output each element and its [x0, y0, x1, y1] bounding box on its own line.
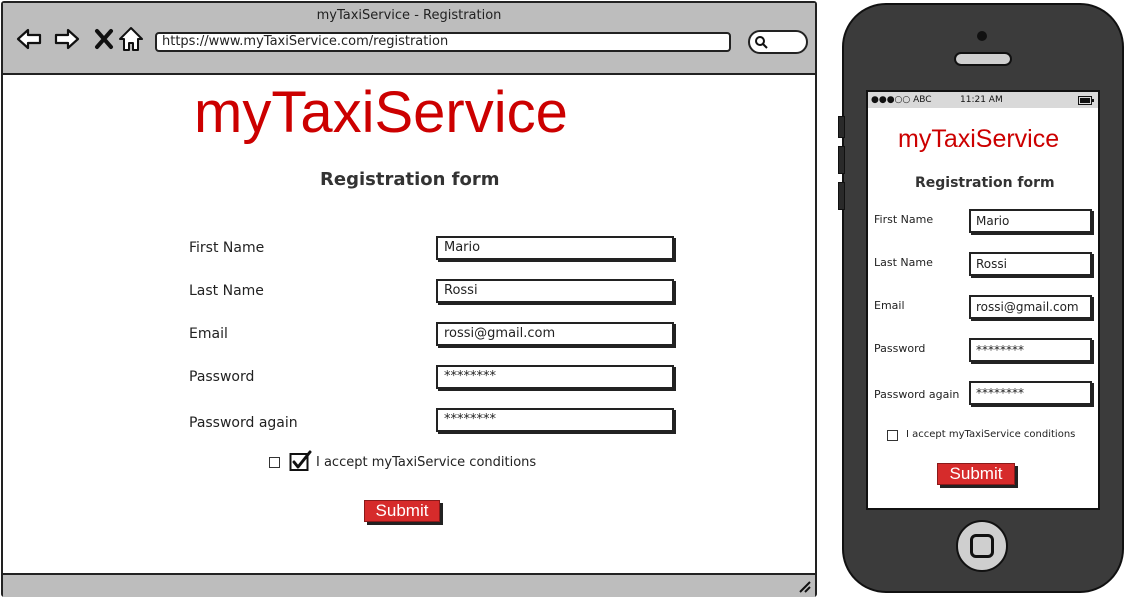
checkmark-icon[interactable]: [289, 450, 313, 472]
home-square-icon: [970, 534, 994, 558]
email-label: Email: [189, 326, 228, 342]
resize-grip-icon[interactable]: [797, 579, 811, 593]
status-time: 11:21 AM: [960, 95, 1003, 105]
address-bar[interactable]: https://www.myTaxiService.com/registrati…: [155, 32, 731, 52]
last-name-label: Last Name: [189, 283, 264, 299]
phone-email-label: Email: [874, 299, 905, 312]
accept-terms-label: I accept myTaxiService conditions: [316, 455, 537, 470]
volume-up-button[interactable]: [838, 146, 845, 174]
phone-accept-terms-checkbox[interactable]: [887, 430, 898, 441]
phone-first-name-label: First Name: [874, 213, 934, 226]
volume-down-button[interactable]: [838, 182, 845, 210]
search-field[interactable]: [748, 30, 808, 54]
first-name-input[interactable]: Mario: [436, 236, 674, 260]
status-bar-bottom: [3, 573, 815, 597]
brand-logo-text: myTaxiService: [194, 80, 568, 145]
phone-password-input[interactable]: ********: [969, 338, 1092, 362]
submit-button[interactable]: Submit: [364, 500, 440, 522]
password-input[interactable]: ********: [436, 365, 674, 389]
password-again-label: Password again: [189, 415, 298, 431]
home-icon[interactable]: [117, 25, 145, 53]
phone-status-bar: ●●●○○ ABC 11:21 AM: [868, 92, 1098, 108]
front-camera: [977, 31, 987, 41]
mute-switch: [838, 116, 845, 138]
last-name-input[interactable]: Rossi: [436, 279, 674, 303]
window-title: myTaxiService - Registration: [316, 8, 502, 23]
home-button[interactable]: [956, 520, 1008, 572]
earpiece-speaker: [954, 52, 1012, 66]
phone-accept-terms-label: I accept myTaxiService conditions: [906, 429, 1076, 440]
form-heading: Registration form: [320, 169, 500, 190]
first-name-label: First Name: [189, 240, 265, 256]
battery-icon: [1078, 96, 1094, 105]
carrier-signal: ●●●○○ ABC: [871, 95, 932, 105]
phone-password-again-input[interactable]: ********: [969, 381, 1092, 405]
phone-brand-logo-text: myTaxiService: [898, 125, 1060, 153]
accept-terms-checkbox[interactable]: [269, 457, 280, 468]
phone-last-name-input[interactable]: Rossi: [969, 252, 1092, 276]
phone-submit-button[interactable]: Submit: [937, 463, 1015, 485]
phone-last-name-label: Last Name: [874, 256, 933, 269]
stop-icon[interactable]: [91, 25, 119, 53]
phone-first-name-input[interactable]: Mario: [969, 209, 1092, 233]
browser-toolbar: myTaxiService - Registration https://www…: [3, 3, 815, 75]
phone-password-again-label: Password again: [874, 388, 960, 401]
password-again-input[interactable]: ********: [436, 408, 674, 432]
phone-password-label: Password: [874, 342, 926, 355]
phone-form-heading: Registration form: [915, 175, 1055, 191]
forward-arrow-icon[interactable]: [53, 25, 81, 53]
password-label: Password: [189, 369, 255, 385]
search-icon: [755, 36, 768, 49]
email-input[interactable]: rossi@gmail.com: [436, 322, 674, 346]
phone-email-input[interactable]: rossi@gmail.com: [969, 295, 1092, 319]
back-arrow-icon[interactable]: [15, 25, 43, 53]
